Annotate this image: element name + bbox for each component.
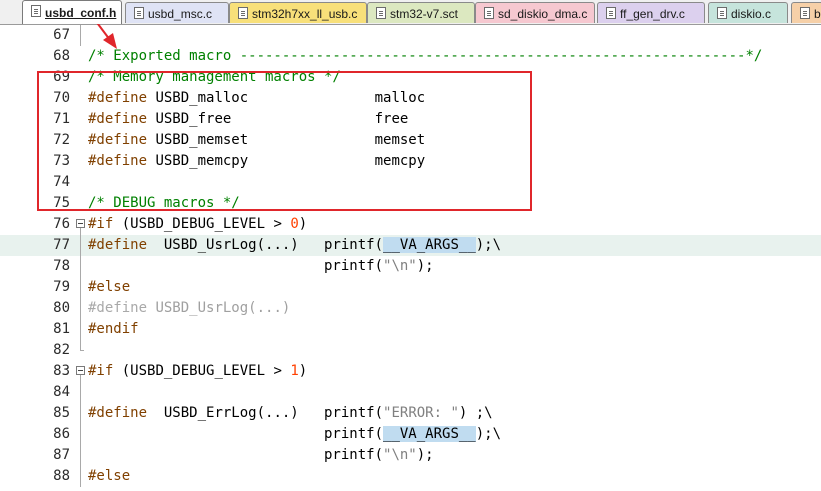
- line-number: 69: [0, 67, 75, 88]
- tab-bar: usbd_msc.c stm32h7xx_ll_usb.c stm32-v7.s…: [0, 0, 821, 25]
- code-line: 73 #define USBD_memcpy memcpy: [0, 151, 821, 172]
- line-number: 78: [0, 256, 75, 277]
- tab-diskio[interactable]: diskio.c: [708, 2, 788, 23]
- code-text: #define USBD_malloc malloc: [88, 90, 426, 106]
- document-icon: [238, 7, 248, 19]
- tab-ff-gen-drv[interactable]: ff_gen_drv.c: [597, 2, 705, 23]
- code-text: /* DEBUG macros */: [88, 195, 240, 211]
- code-editor[interactable]: 67 68 /* Exported macro ----------------…: [0, 25, 821, 491]
- document-icon: [376, 7, 386, 19]
- line-number: 85: [0, 403, 75, 424]
- line-number: 67: [0, 25, 75, 46]
- tab-label: usbd_msc.c: [148, 7, 213, 21]
- line-number: 83: [0, 361, 75, 382]
- code-text: /* Memory management macros */: [88, 69, 341, 85]
- document-icon: [717, 7, 727, 19]
- line-number: 71: [0, 109, 75, 130]
- tab-label: b: [814, 7, 821, 21]
- line-number: 84: [0, 382, 75, 403]
- code-text: printf("\n");: [88, 258, 434, 274]
- code-text: #endif: [88, 321, 139, 337]
- code-line: 72 #define USBD_memset memset: [0, 130, 821, 151]
- code-line: 71 #define USBD_free free: [0, 109, 821, 130]
- tab-usbd-conf[interactable]: usbd_conf.h: [22, 0, 122, 24]
- code-text: /* Exported macro ----------------------…: [88, 48, 763, 64]
- line-number: 82: [0, 340, 75, 361]
- code-line: 76 #if (USBD_DEBUG_LEVEL > 0): [0, 214, 821, 235]
- code-line: 85 #define USBD_ErrLog(...) printf("ERRO…: [0, 403, 821, 424]
- line-number: 81: [0, 319, 75, 340]
- line-number: 79: [0, 277, 75, 298]
- document-icon: [134, 7, 144, 19]
- line-number: 70: [0, 88, 75, 109]
- code-text: #define USBD_ErrLog(...) printf("ERROR: …: [88, 405, 493, 421]
- code-text: #if (USBD_DEBUG_LEVEL > 1): [88, 363, 308, 379]
- line-number: 80: [0, 298, 75, 319]
- tab-label: ff_gen_drv.c: [620, 7, 685, 21]
- code-line: 74: [0, 172, 821, 193]
- code-text: #define USBD_memset memset: [88, 132, 426, 148]
- line-number: 72: [0, 130, 75, 151]
- code-line: 83 #if (USBD_DEBUG_LEVEL > 1): [0, 361, 821, 382]
- code-text: #else: [88, 468, 131, 484]
- code-line: 68 /* Exported macro -------------------…: [0, 46, 821, 67]
- code-text: #define USBD_UsrLog(...) printf(__VA_ARG…: [88, 237, 502, 253]
- code-text: printf("\n");: [88, 447, 434, 463]
- document-icon: [484, 7, 494, 19]
- tab-label: diskio.c: [731, 7, 772, 21]
- code-text: #else: [88, 279, 131, 295]
- tab-label: usbd_conf.h: [45, 6, 117, 20]
- tab-label: sd_diskio_dma.c: [498, 7, 588, 21]
- document-icon: [606, 7, 616, 19]
- code-line: 78 printf("\n");: [0, 256, 821, 277]
- document-icon: [800, 7, 810, 19]
- line-number: 88: [0, 466, 75, 487]
- line-number: 68: [0, 46, 75, 67]
- code-line: 80 #define USBD_UsrLog(...): [0, 298, 821, 319]
- code-line: 84: [0, 382, 821, 403]
- code-text: #define USBD_free free: [88, 111, 409, 127]
- line-number: 75: [0, 193, 75, 214]
- code-line: 67: [0, 25, 821, 46]
- line-number: 74: [0, 172, 75, 193]
- code-line: 69 /* Memory management macros */: [0, 67, 821, 88]
- fold-minus-icon[interactable]: [76, 366, 85, 375]
- tab-overflow[interactable]: b: [791, 2, 821, 23]
- code-line: 81 #endif: [0, 319, 821, 340]
- tab-usbd-msc[interactable]: usbd_msc.c: [125, 2, 229, 23]
- code-text: #define USBD_UsrLog(...): [88, 300, 291, 316]
- document-icon: [31, 5, 41, 17]
- code-text: #if (USBD_DEBUG_LEVEL > 0): [88, 216, 308, 232]
- code-line: 75 /* DEBUG macros */: [0, 193, 821, 214]
- tab-label: stm32-v7.sct: [390, 7, 459, 21]
- code-line: 82: [0, 340, 821, 361]
- code-line: 86 printf(__VA_ARGS__);\: [0, 424, 821, 445]
- line-number: 87: [0, 445, 75, 466]
- line-number: 86: [0, 424, 75, 445]
- tab-label: stm32h7xx_ll_usb.c: [252, 7, 358, 21]
- fold-minus-icon[interactable]: [76, 219, 85, 228]
- line-number: 73: [0, 151, 75, 172]
- code-text: printf(__VA_ARGS__);\: [88, 426, 502, 442]
- code-text: #define USBD_memcpy memcpy: [88, 153, 426, 169]
- tab-sd-diskio-dma[interactable]: sd_diskio_dma.c: [475, 2, 595, 23]
- code-line: 87 printf("\n");: [0, 445, 821, 466]
- code-line-current: 77 #define USBD_UsrLog(...) printf(__VA_…: [0, 235, 821, 256]
- line-number: 77: [0, 235, 75, 256]
- code-line: 70 #define USBD_malloc malloc: [0, 88, 821, 109]
- line-number: 76: [0, 214, 75, 235]
- tab-stm32-v7-sct[interactable]: stm32-v7.sct: [367, 2, 475, 23]
- code-line: 88 #else: [0, 466, 821, 487]
- tab-stm32h7xx-ll-usb[interactable]: stm32h7xx_ll_usb.c: [229, 2, 367, 23]
- code-line: 79 #else: [0, 277, 821, 298]
